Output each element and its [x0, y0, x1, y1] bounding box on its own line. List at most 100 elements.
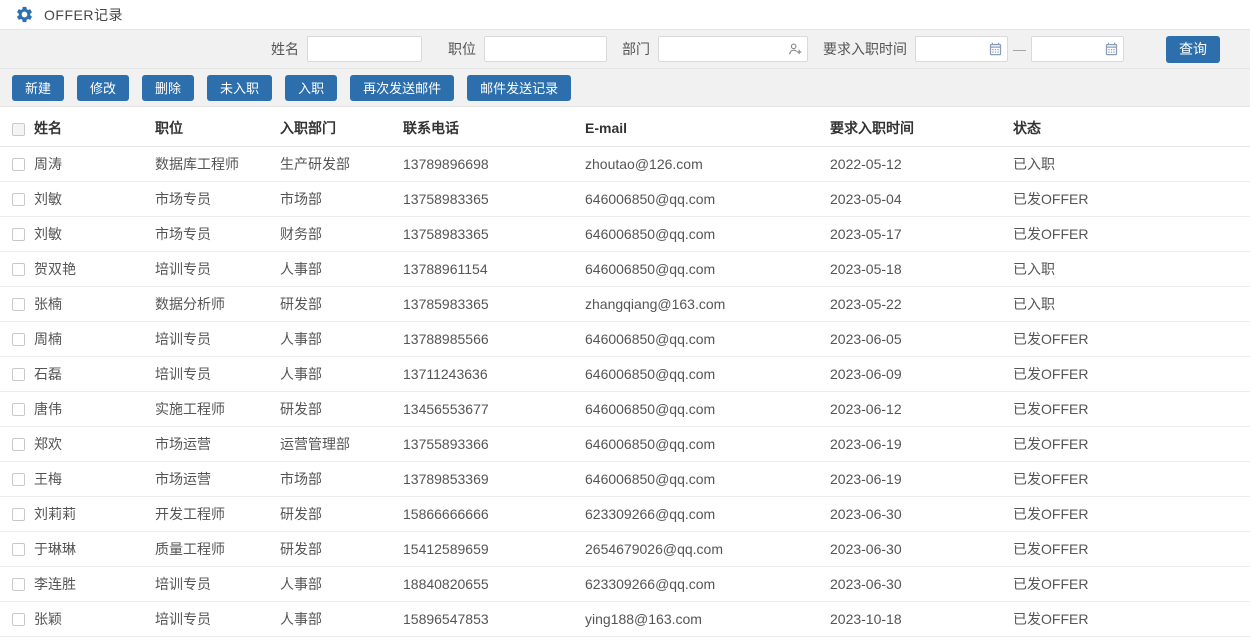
cell-phone: 13788985566	[399, 321, 581, 356]
cell-email: 2654679026@qq.com	[581, 531, 826, 566]
cell-position: 市场专员	[151, 216, 276, 251]
row-checkbox[interactable]	[12, 298, 25, 311]
row-checkbox[interactable]	[12, 508, 25, 521]
column-header-date: 要求入职时间	[826, 111, 1009, 146]
cell-email: 646006850@qq.com	[581, 251, 826, 286]
table-row[interactable]: 王梅市场运营市场部13789853369646006850@qq.com2023…	[0, 461, 1250, 496]
table-row[interactable]: 周楠培训专员人事部13788985566646006850@qq.com2023…	[0, 321, 1250, 356]
cell-email: 646006850@qq.com	[581, 391, 826, 426]
cell-email: 646006850@qq.com	[581, 216, 826, 251]
cell-status: 已发OFFER	[1009, 391, 1250, 426]
row-checkbox[interactable]	[12, 578, 25, 591]
filter-bar: 姓名 职位 部门 要求入职时间 —	[0, 30, 1250, 69]
cell-name: 于琳琳	[30, 531, 151, 566]
row-checkbox[interactable]	[12, 543, 25, 556]
toolbar: 新建 修改 删除 未入职 入职 再次发送邮件 邮件发送记录	[0, 69, 1250, 107]
row-checkbox[interactable]	[12, 613, 25, 626]
department-filter-label: 部门	[622, 39, 650, 59]
cell-phone: 13711243636	[399, 356, 581, 391]
row-checkbox[interactable]	[12, 473, 25, 486]
table-row[interactable]: 周涛数据库工程师生产研发部13789896698zhoutao@126.com2…	[0, 146, 1250, 181]
cell-name: 郑欢	[30, 426, 151, 461]
cell-status: 已发OFFER	[1009, 356, 1250, 391]
page-header: OFFER记录	[0, 0, 1250, 30]
cell-date: 2023-06-12	[826, 391, 1009, 426]
offer-table: 姓名 职位 入职部门 联系电话 E-mail 要求入职时间 状态 周涛数据库工程…	[0, 111, 1250, 637]
table-row[interactable]: 刘莉莉开发工程师研发部15866666666623309266@qq.com20…	[0, 496, 1250, 531]
cell-email: 646006850@qq.com	[581, 426, 826, 461]
column-header-status: 状态	[1009, 111, 1250, 146]
cell-position: 数据分析师	[151, 286, 276, 321]
cell-date: 2023-05-04	[826, 181, 1009, 216]
cell-department: 生产研发部	[276, 146, 399, 181]
position-filter-label: 职位	[448, 39, 476, 59]
cell-name: 张楠	[30, 286, 151, 321]
row-checkbox[interactable]	[12, 403, 25, 416]
cell-date: 2023-05-17	[826, 216, 1009, 251]
cell-date: 2023-06-30	[826, 496, 1009, 531]
table-row[interactable]: 郑欢市场运营运营管理部13755893366646006850@qq.com20…	[0, 426, 1250, 461]
row-checkbox[interactable]	[12, 368, 25, 381]
cell-phone: 13789896698	[399, 146, 581, 181]
cell-name: 石磊	[30, 356, 151, 391]
date-to-wrap	[1031, 36, 1124, 62]
cell-department: 研发部	[276, 286, 399, 321]
cell-phone: 15896547853	[399, 601, 581, 636]
cell-phone: 18840820655	[399, 566, 581, 601]
table-row[interactable]: 张楠数据分析师研发部13785983365zhangqiang@163.com2…	[0, 286, 1250, 321]
table-row[interactable]: 石磊培训专员人事部13711243636646006850@qq.com2023…	[0, 356, 1250, 391]
cell-phone: 15866666666	[399, 496, 581, 531]
not-onboard-button[interactable]: 未入职	[207, 75, 272, 101]
column-header-phone: 联系电话	[399, 111, 581, 146]
table-row[interactable]: 唐伟实施工程师研发部13456553677646006850@qq.com202…	[0, 391, 1250, 426]
cell-status: 已入职	[1009, 286, 1250, 321]
edit-button[interactable]: 修改	[77, 75, 129, 101]
cell-date: 2022-05-12	[826, 146, 1009, 181]
cell-email: 646006850@qq.com	[581, 461, 826, 496]
cell-phone: 13456553677	[399, 391, 581, 426]
row-checkbox[interactable]	[12, 438, 25, 451]
date-from-wrap	[915, 36, 1008, 62]
row-checkbox[interactable]	[12, 263, 25, 276]
cell-email: 623309266@qq.com	[581, 496, 826, 531]
delete-button[interactable]: 删除	[142, 75, 194, 101]
row-checkbox[interactable]	[12, 193, 25, 206]
cell-status: 已入职	[1009, 251, 1250, 286]
resend-email-button[interactable]: 再次发送邮件	[350, 75, 454, 101]
cell-department: 研发部	[276, 496, 399, 531]
date-range-filter-label: 要求入职时间	[823, 39, 907, 59]
cell-name: 周楠	[30, 321, 151, 356]
table-row[interactable]: 于琳琳质量工程师研发部154125896592654679026@qq.com2…	[0, 531, 1250, 566]
cell-department: 研发部	[276, 391, 399, 426]
calendar-icon[interactable]	[1104, 42, 1119, 57]
department-filter-input[interactable]	[658, 36, 808, 62]
cell-email: 646006850@qq.com	[581, 321, 826, 356]
cell-position: 市场运营	[151, 461, 276, 496]
cell-email: 623309266@qq.com	[581, 566, 826, 601]
row-checkbox[interactable]	[12, 158, 25, 171]
select-all-checkbox[interactable]	[12, 123, 25, 136]
cell-email: ying188@163.com	[581, 601, 826, 636]
new-button[interactable]: 新建	[12, 75, 64, 101]
cell-position: 质量工程师	[151, 531, 276, 566]
row-checkbox[interactable]	[12, 228, 25, 241]
table-row[interactable]: 贺双艳培训专员人事部13788961154646006850@qq.com202…	[0, 251, 1250, 286]
cell-status: 已发OFFER	[1009, 496, 1250, 531]
search-button[interactable]: 查询	[1166, 36, 1220, 63]
cell-name: 张颖	[30, 601, 151, 636]
table-row[interactable]: 刘敏市场专员财务部13758983365646006850@qq.com2023…	[0, 216, 1250, 251]
row-checkbox[interactable]	[12, 333, 25, 346]
table-row[interactable]: 刘敏市场专员市场部13758983365646006850@qq.com2023…	[0, 181, 1250, 216]
onboard-button[interactable]: 入职	[285, 75, 337, 101]
email-send-log-button[interactable]: 邮件发送记录	[467, 75, 571, 101]
calendar-icon[interactable]	[988, 42, 1003, 57]
person-add-icon[interactable]	[787, 41, 803, 57]
name-filter-input[interactable]	[307, 36, 422, 62]
cell-date: 2023-06-05	[826, 321, 1009, 356]
table-row[interactable]: 张颖培训专员人事部15896547853ying188@163.com2023-…	[0, 601, 1250, 636]
cell-status: 已入职	[1009, 146, 1250, 181]
table-row[interactable]: 李连胜培训专员人事部18840820655623309266@qq.com202…	[0, 566, 1250, 601]
cell-phone: 13758983365	[399, 181, 581, 216]
position-filter-input[interactable]	[484, 36, 607, 62]
column-header-name: 姓名	[30, 111, 151, 146]
